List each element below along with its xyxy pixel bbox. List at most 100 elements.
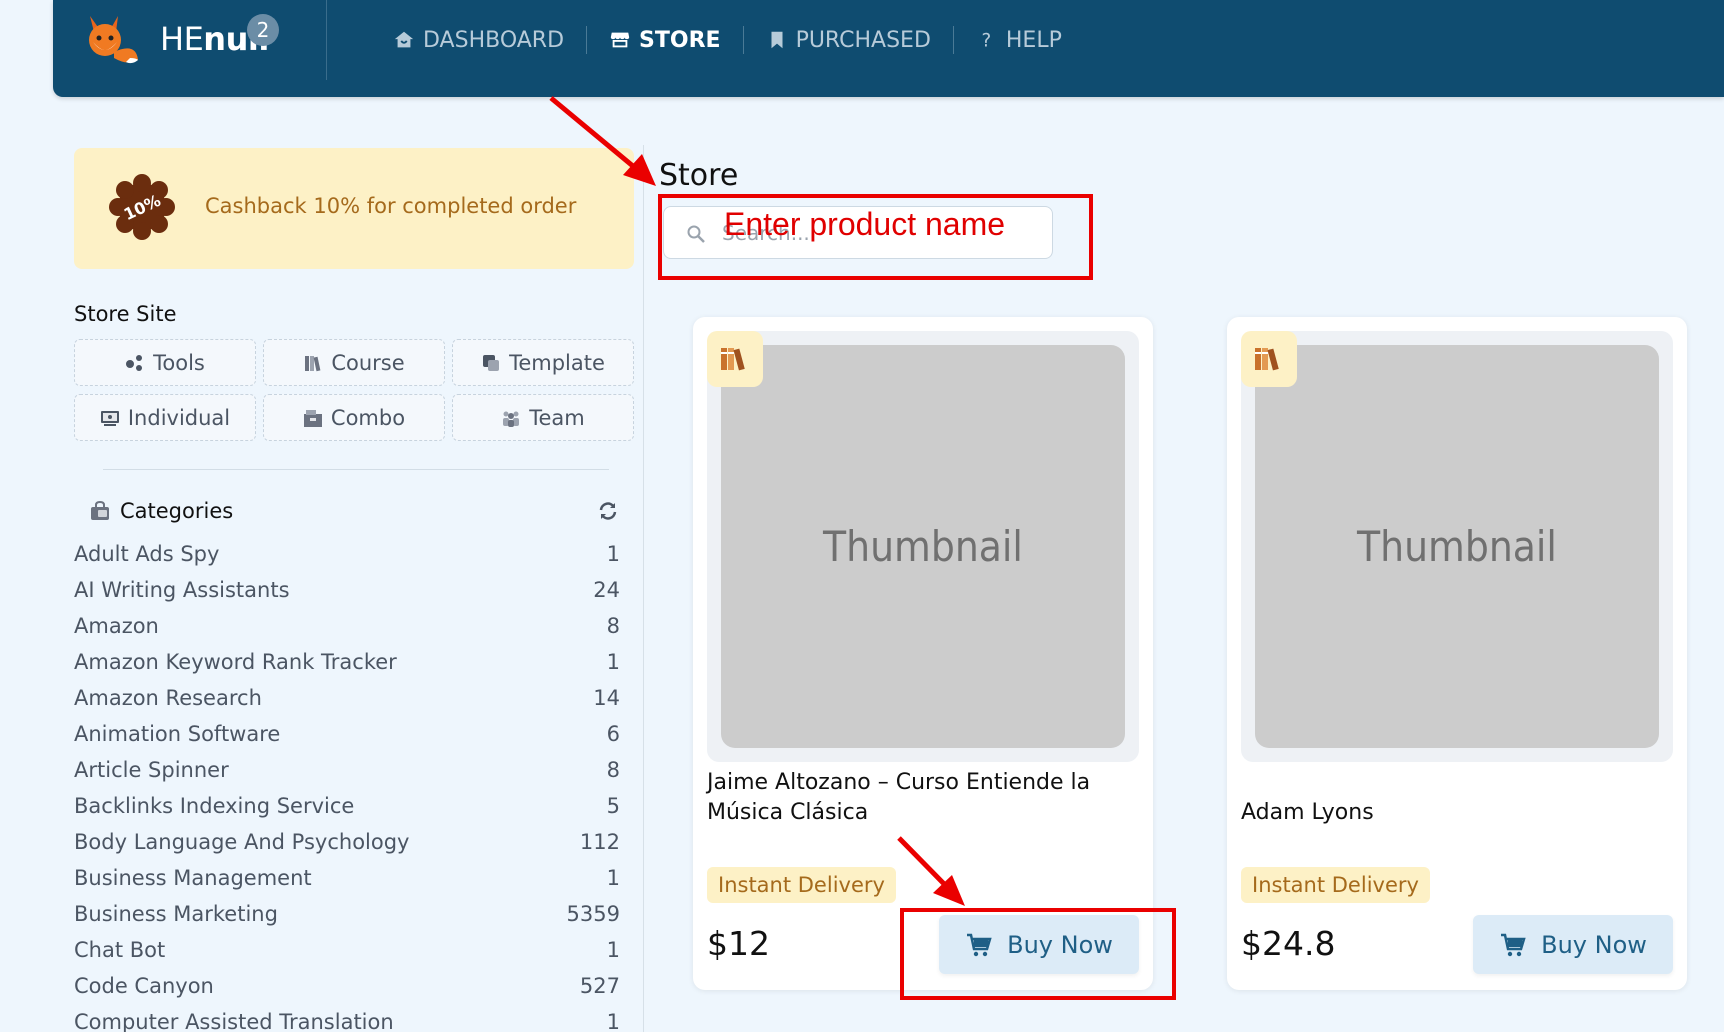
cashback-banner: 10% Cashback 10% for completed order — [74, 148, 634, 269]
category-name: Backlinks Indexing Service — [74, 794, 355, 818]
category-count: 5359 — [566, 902, 620, 926]
site-button-label: Combo — [330, 405, 406, 430]
home-icon — [394, 31, 414, 48]
nav-dashboard[interactable]: DASHBOARD — [371, 24, 586, 56]
main-nav: DASHBOARD STORE PURCHASED ? HELP — [371, 24, 1084, 56]
category-count: 527 — [579, 974, 620, 998]
category-item[interactable]: Code Canyon 527 — [74, 968, 634, 1004]
category-name: Article Spinner — [74, 758, 229, 782]
store-icon — [610, 32, 630, 48]
product-card[interactable]: Thumbnail Jaime Altozano – Curso Entiend… — [693, 317, 1153, 990]
category-name: Adult Ads Spy — [74, 542, 220, 566]
individual-icon — [100, 410, 119, 426]
site-button-combo[interactable]: Combo — [263, 394, 445, 441]
category-name: Business Marketing — [74, 902, 278, 926]
product-title[interactable]: Adam Lyons — [1241, 798, 1671, 828]
site-button-label: Tools — [153, 350, 205, 375]
books-icon — [721, 348, 745, 371]
annotation-text: Enter product name — [724, 206, 1006, 242]
product-title-wrap: Jaime Altozano – Curso Entiende la Músic… — [693, 772, 1153, 828]
category-item[interactable]: Business Marketing 5359 — [74, 896, 634, 932]
site-button-label: Team — [529, 405, 585, 430]
course-type-badge — [707, 331, 763, 387]
category-name: Business Management — [74, 866, 312, 890]
category-name: Amazon — [74, 614, 159, 638]
category-count: 8 — [606, 758, 620, 782]
nav-label: PURCHASED — [795, 27, 931, 53]
category-item[interactable]: Amazon 8 — [74, 608, 634, 644]
fox-logo-icon[interactable] — [80, 12, 144, 68]
brand-version-badge: 2 — [247, 14, 279, 46]
category-count: 6 — [606, 722, 620, 746]
course-type-badge — [1241, 331, 1297, 387]
site-button-team[interactable]: Team — [452, 394, 634, 441]
shopping-bag-icon — [91, 500, 109, 520]
categories-title: Categories — [120, 499, 234, 523]
category-item[interactable]: Amazon Research 14 — [74, 680, 634, 716]
category-name: Chat Bot — [74, 938, 166, 962]
nav-label: HELP — [1005, 27, 1062, 53]
category-count: 5 — [606, 794, 620, 818]
site-button-label: Individual — [127, 405, 231, 430]
nav-help[interactable]: ? HELP — [954, 24, 1084, 56]
cashback-badge-icon: 10% — [109, 174, 175, 240]
store-site-title: Store Site — [74, 302, 177, 326]
category-count: 1 — [606, 650, 620, 674]
top-navbar: HEnull 2 DASHBOARD STORE PURCHASED ? HEL… — [53, 0, 1724, 97]
product-title[interactable]: Jaime Altozano – Curso Entiende la Músic… — [707, 772, 1137, 828]
category-item[interactable]: Article Spinner 8 — [74, 752, 634, 788]
category-count: 24 — [593, 578, 620, 602]
category-count: 1 — [606, 542, 620, 566]
books-icon — [1255, 348, 1279, 371]
sidebar: 10% Cashback 10% for completed order Sto… — [74, 148, 634, 1032]
category-item[interactable]: Business Management 1 — [74, 860, 634, 896]
tools-icon — [126, 354, 143, 371]
site-button-individual[interactable]: Individual — [74, 394, 256, 441]
page-title: Store — [659, 158, 739, 193]
category-item[interactable]: Adult Ads Spy 1 — [74, 536, 634, 572]
svg-text:?: ? — [981, 30, 991, 51]
category-item[interactable]: AI Writing Assistants 24 — [74, 572, 634, 608]
product-thumbnail[interactable]: Thumbnail — [721, 345, 1125, 748]
category-item[interactable]: Computer Assisted Translation 1 — [74, 1004, 634, 1032]
thumbnail-frame: Thumbnail — [1241, 331, 1673, 762]
site-button-course[interactable]: Course — [263, 339, 445, 386]
site-button-label: Template — [509, 350, 605, 375]
category-item[interactable]: Body Language And Psychology 112 — [74, 824, 634, 860]
refresh-icon[interactable] — [596, 499, 620, 523]
team-icon — [503, 411, 520, 427]
categories-list: Adult Ads Spy 1 AI Writing Assistants 24 Ama… — [74, 536, 634, 1032]
site-button-template[interactable]: Template — [452, 339, 634, 386]
divider — [326, 0, 327, 80]
category-name: Computer Assisted Translation — [74, 1010, 394, 1032]
sidebar-divider — [103, 469, 609, 470]
question-icon: ? — [981, 30, 991, 51]
cart-icon — [1501, 933, 1526, 956]
instant-delivery-badge: Instant Delivery — [707, 867, 896, 903]
nav-purchased[interactable]: PURCHASED — [744, 24, 953, 56]
category-count: 1 — [606, 1010, 620, 1032]
nav-store[interactable]: STORE — [587, 24, 743, 56]
product-thumbnail[interactable]: Thumbnail — [1255, 345, 1659, 748]
category-name: Animation Software — [74, 722, 281, 746]
categories-header: Categories — [74, 499, 634, 523]
category-item[interactable]: Amazon Keyword Rank Tracker 1 — [74, 644, 634, 680]
category-count: 8 — [606, 614, 620, 638]
product-card[interactable]: Thumbnail Adam Lyons Instant Delivery $2… — [1227, 317, 1687, 990]
column-divider — [643, 145, 644, 1032]
nav-label: STORE — [639, 27, 721, 53]
category-name: Body Language And Psychology — [74, 830, 410, 854]
category-item[interactable]: Backlinks Indexing Service 5 — [74, 788, 634, 824]
product-price: $24.8 — [1241, 924, 1336, 963]
books-icon — [305, 355, 321, 371]
category-item[interactable]: Chat Bot 1 — [74, 932, 634, 968]
site-button-label: Course — [331, 350, 405, 375]
category-name: Amazon Keyword Rank Tracker — [74, 650, 397, 674]
nav-label: DASHBOARD — [423, 27, 565, 53]
buy-now-button[interactable]: Buy Now — [1473, 915, 1673, 974]
site-button-tools[interactable]: Tools — [74, 339, 256, 386]
thumbnail-frame: Thumbnail — [707, 331, 1139, 762]
category-item[interactable]: Animation Software 6 — [74, 716, 634, 752]
product-title-wrap: Adam Lyons — [1227, 772, 1687, 828]
store-site-grid: Tools Course Template Individual Combo T… — [74, 339, 634, 441]
